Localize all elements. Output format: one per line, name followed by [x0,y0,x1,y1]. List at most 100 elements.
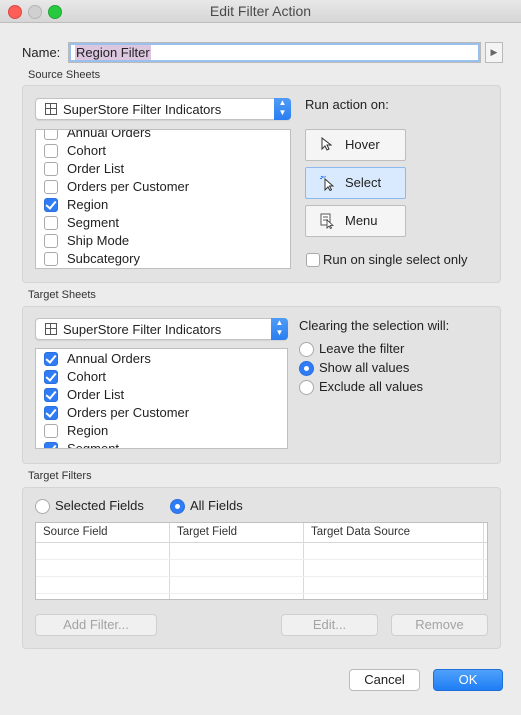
radio-exclude-all-values[interactable] [299,380,314,395]
clearing-label: Clearing the selection will: [299,318,450,333]
row-divider [36,576,487,577]
edit-filter-button[interactable]: Edit... [281,614,378,636]
source-sheets-list[interactable]: Annual Orders Cohort Order List Orders p… [35,129,291,269]
list-item-label: Cohort [67,369,107,384]
radio-all-fields[interactable] [170,499,185,514]
column-header-source-field[interactable]: Source Field [43,526,108,538]
list-item[interactable]: Segment [36,214,290,232]
target-sheets-label: Target Sheets [28,289,96,301]
source-sheets-dropdown[interactable]: SuperStore Filter Indicators ▲ ▼ [35,98,291,120]
checkbox[interactable] [44,424,58,438]
list-item[interactable]: Region [36,196,290,214]
list-item[interactable]: Subcategory [36,250,290,268]
cancel-button[interactable]: Cancel [349,669,420,691]
list-item[interactable]: Order List [36,160,290,178]
name-label: Name: [22,45,61,60]
select-button[interactable]: Select [305,167,406,199]
target-filters-table[interactable]: Source Field Target Field Target Data So… [35,522,488,600]
checkbox[interactable] [44,162,58,176]
exclude-all-values-label: Exclude all values [319,379,424,394]
list-item-label: Annual Orders [67,351,151,366]
column-header-target-data-source[interactable]: Target Data Source [311,526,410,538]
source-sheets-label: Source Sheets [28,69,101,81]
checkbox[interactable] [44,180,58,194]
table-header: Source Field Target Field Target Data So… [36,523,487,543]
list-item[interactable]: Cohort [36,368,287,386]
data-source-icon [45,103,57,115]
add-filter-button[interactable]: Add Filter... [35,614,157,636]
checkbox[interactable] [44,234,58,248]
list-item-label: Order List [67,161,125,176]
cursor-icon [320,136,333,154]
checkbox[interactable] [44,144,58,158]
column-header-target-field[interactable]: Target Field [177,526,237,538]
name-input-value: Region Filter [75,45,151,60]
checkbox-checked[interactable] [44,388,58,402]
checkbox-checked[interactable] [44,352,58,366]
list-item[interactable]: Orders per Customer [36,178,290,196]
radio-show-all-values[interactable] [299,361,314,376]
selected-fields-label: Selected Fields [55,498,144,513]
ok-button[interactable]: OK [433,669,503,691]
select-button-label: Select [345,175,382,190]
list-item-label: Annual Orders [67,129,151,140]
list-item-label: Order List [67,387,125,402]
target-sheets-dropdown-value: SuperStore Filter Indicators [63,322,222,337]
remove-filter-button[interactable]: Remove [391,614,488,636]
name-input[interactable]: Region Filter [68,42,481,63]
data-source-icon [45,323,57,335]
hover-button-label: Hover [345,137,380,152]
all-fields-label: All Fields [190,498,243,513]
list-item-label: Ship Mode [67,233,130,248]
name-insert-button[interactable]: ▶ [485,42,503,63]
title-bar: Edit Filter Action [0,0,521,23]
chevron-updown-icon: ▲ ▼ [274,98,291,120]
list-item[interactable]: Annual Orders [36,350,287,368]
checkbox-checked[interactable] [44,198,58,212]
row-divider [36,593,487,594]
menu-icon [320,213,335,232]
checkbox[interactable] [44,252,58,266]
list-item[interactable]: Segment [36,440,287,449]
target-filters-label: Target Filters [28,470,92,482]
source-sheets-dropdown-value: SuperStore Filter Indicators [63,102,222,117]
list-item-label: Cohort [67,143,107,158]
column-divider [303,523,304,599]
list-item[interactable]: Annual Orders [36,129,290,142]
target-sheets-list[interactable]: Annual Orders Cohort Order List Orders p… [35,348,288,449]
radio-selected-fields[interactable] [35,499,50,514]
leave-filter-label: Leave the filter [319,341,405,356]
window-title: Edit Filter Action [209,3,312,19]
list-item[interactable]: Ship Mode [36,232,290,250]
list-item-label: Region [67,197,109,212]
run-single-select-label: Run on single select only [323,252,468,267]
checkbox[interactable] [44,216,58,230]
show-all-values-label: Show all values [319,360,410,375]
checkbox-checked[interactable] [44,406,58,420]
radio-leave-filter[interactable] [299,342,314,357]
run-action-label: Run action on: [305,97,389,112]
menu-button[interactable]: Menu [305,205,406,237]
hover-button[interactable]: Hover [305,129,406,161]
triangle-right-icon: ▶ [490,47,498,57]
list-item[interactable]: Cohort [36,142,290,160]
list-item-label: Region [67,423,109,438]
checkbox[interactable] [44,130,58,140]
column-divider [483,523,484,599]
target-sheets-dropdown[interactable]: SuperStore Filter Indicators ▲ ▼ [35,318,288,340]
list-item[interactable]: Orders per Customer [36,404,287,422]
list-item-label: Orders per Customer [67,179,190,194]
list-item[interactable]: Region [36,422,287,440]
list-item-label: Orders per Customer [67,405,190,420]
list-item[interactable]: Order List [36,386,287,404]
row-divider [36,559,487,560]
menu-button-label: Menu [345,213,378,228]
list-item-label: Segment [67,441,120,449]
select-cursor-icon [320,175,335,194]
checkbox-checked[interactable] [44,442,58,448]
list-item-label: Segment [67,215,120,230]
column-divider [169,523,170,599]
checkbox-checked[interactable] [44,370,58,384]
run-single-select-checkbox[interactable] [306,253,320,267]
list-item-label: Subcategory [67,251,140,266]
